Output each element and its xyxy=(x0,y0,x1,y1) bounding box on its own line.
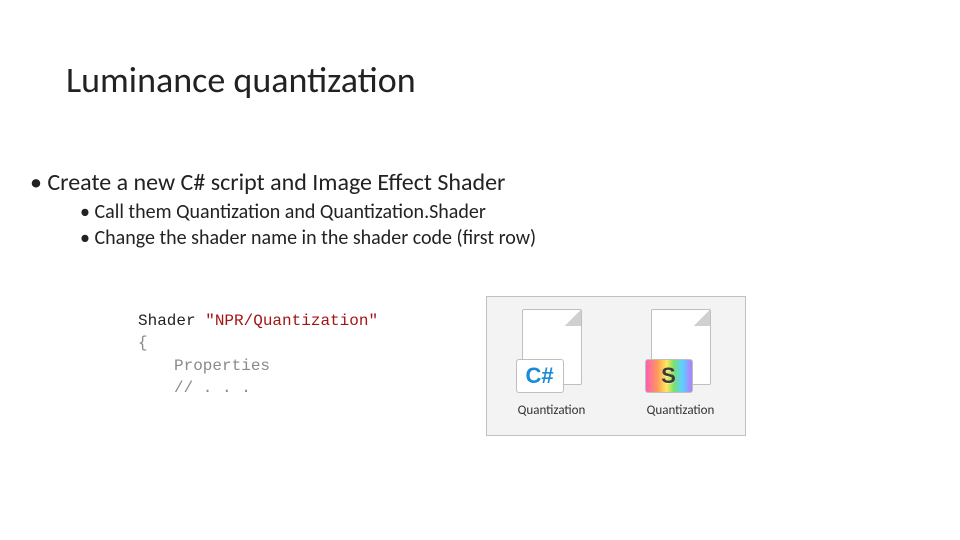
file-browser-panel: C# Quantization S Quantization xyxy=(486,296,746,436)
code-keyword: Shader xyxy=(138,312,196,330)
shader-badge: S xyxy=(645,359,693,393)
code-snippet: Shader "NPR/Quantization" { Properties /… xyxy=(138,310,378,400)
bullet-main: • Create a new C# script and Image Effec… xyxy=(30,168,505,197)
file-item-shader: S Quantization xyxy=(626,309,736,418)
slide-title: Luminance quantization xyxy=(66,58,416,102)
shader-badge-text: S xyxy=(661,363,676,389)
file-item-csharp: C# Quantization xyxy=(497,309,607,418)
file-label-2: Quantization xyxy=(647,403,715,418)
code-props: Properties xyxy=(174,355,378,377)
file-label-1: Quantization xyxy=(518,403,586,418)
bullet-sub-1: • Call them Quantization and Quantizatio… xyxy=(80,200,486,224)
code-string: "NPR/Quantization" xyxy=(205,312,378,330)
code-etc: // . . . xyxy=(174,377,378,399)
bullet-sub-2: • Change the shader name in the shader c… xyxy=(80,226,536,250)
csharp-file-icon: C# xyxy=(516,309,588,397)
code-brace: { xyxy=(138,332,378,354)
csharp-badge: C# xyxy=(516,359,564,393)
shader-file-icon: S xyxy=(645,309,717,397)
